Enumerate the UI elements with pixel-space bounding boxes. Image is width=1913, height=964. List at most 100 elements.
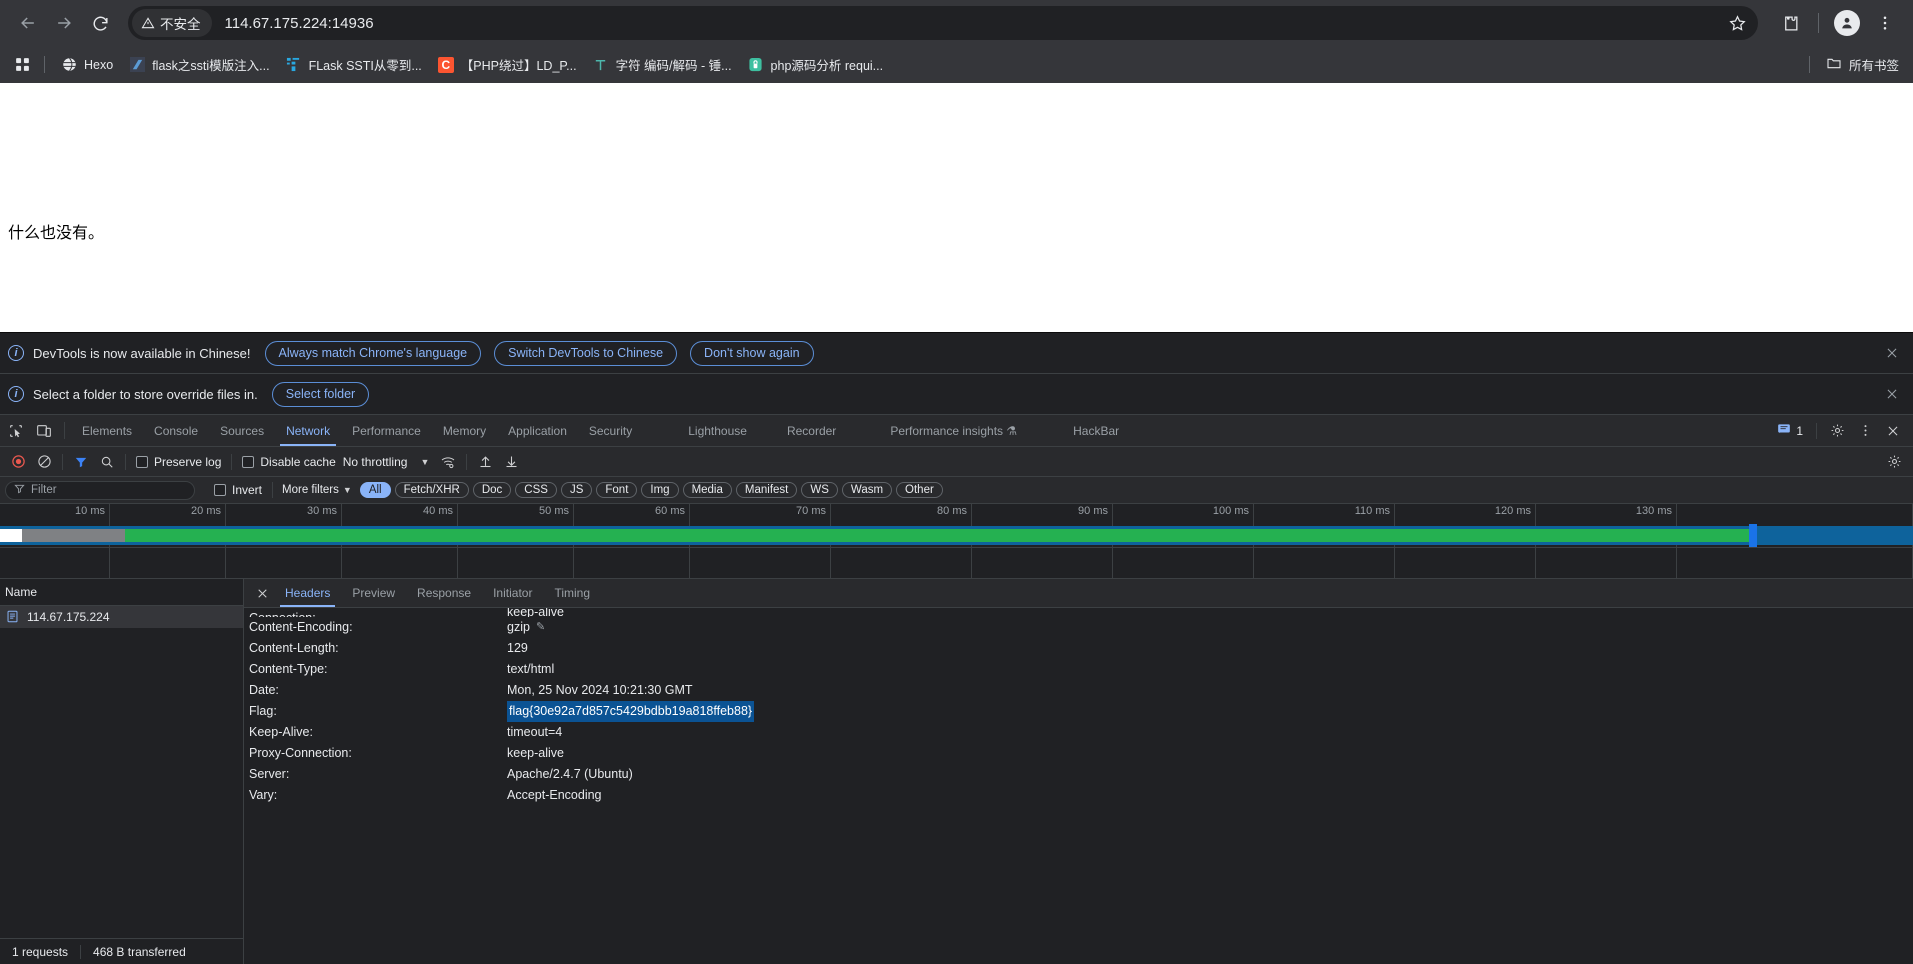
three-dot-menu-icon[interactable] bbox=[1851, 423, 1879, 438]
filter-type-fetch-xhr[interactable]: Fetch/XHR bbox=[394, 482, 469, 498]
detail-tab-timing[interactable]: Timing bbox=[543, 579, 601, 607]
device-toolbar-icon[interactable] bbox=[30, 415, 58, 446]
edit-pencil-icon[interactable]: ✎ bbox=[536, 617, 545, 638]
filter-type-font[interactable]: Font bbox=[596, 482, 638, 498]
header-name: Flag: bbox=[249, 704, 277, 718]
header-value-wrap[interactable]: gzip ✎ bbox=[507, 617, 545, 638]
tab-security[interactable]: Security bbox=[578, 415, 643, 446]
overview-tick-6: 70 ms bbox=[796, 505, 826, 517]
tab-recorder[interactable]: Recorder bbox=[776, 415, 847, 446]
header-value[interactable]: Accept-Encoding bbox=[507, 785, 602, 806]
upload-arrow-icon[interactable] bbox=[472, 450, 498, 474]
message-count-button[interactable]: 1 bbox=[1770, 422, 1810, 439]
download-arrow-icon[interactable] bbox=[498, 450, 524, 474]
detail-tab-preview[interactable]: Preview bbox=[341, 579, 406, 607]
tab-network[interactable]: Network bbox=[275, 415, 341, 446]
bookmark-item-2[interactable]: FLask SSTI从零到... bbox=[278, 52, 430, 78]
detail-tab-response[interactable]: Response bbox=[406, 579, 482, 607]
bookmark-item-3[interactable]: C 【PHP绕过】LD_P... bbox=[430, 52, 585, 78]
tab-performance[interactable]: Performance bbox=[341, 415, 432, 446]
detail-tab-initiator[interactable]: Initiator bbox=[482, 579, 543, 607]
overview-right-handle[interactable] bbox=[1749, 524, 1757, 547]
tab-application[interactable]: Application bbox=[497, 415, 578, 446]
filter-type-js[interactable]: JS bbox=[560, 482, 593, 498]
filter-type-other[interactable]: Other bbox=[896, 482, 943, 498]
header-value[interactable]: keep-alive bbox=[507, 743, 564, 764]
header-value[interactable]: Apache/2.4.7 (Ubuntu) bbox=[507, 764, 633, 785]
dont-show-again-button[interactable]: Don't show again bbox=[690, 340, 814, 366]
filter-type-media[interactable]: Media bbox=[682, 482, 732, 498]
preserve-log-checkbox[interactable]: Preserve log bbox=[131, 455, 226, 469]
close-icon[interactable] bbox=[1881, 383, 1903, 405]
header-value[interactable]: timeout=4 bbox=[507, 722, 562, 743]
all-bookmarks-button[interactable]: 所有书签 bbox=[1818, 55, 1907, 74]
always-match-language-button[interactable]: Always match Chrome's language bbox=[264, 340, 482, 366]
bookmark-item-1[interactable]: flask之ssti模版注入... bbox=[121, 52, 277, 78]
close-icon[interactable] bbox=[250, 579, 274, 607]
warning-triangle-icon bbox=[141, 17, 155, 29]
puzzle-piece-icon[interactable] bbox=[1772, 5, 1808, 41]
filter-input[interactable]: Filter bbox=[5, 480, 195, 500]
table-row[interactable]: 114.67.175.224 bbox=[0, 606, 243, 628]
filter-type-manifest[interactable]: Manifest bbox=[735, 482, 798, 498]
search-icon[interactable] bbox=[94, 450, 120, 474]
header-row-server: Server: Apache/2.4.7 (Ubuntu) bbox=[244, 764, 1913, 785]
tab-lighthouse[interactable]: Lighthouse bbox=[677, 415, 758, 446]
filter-type-doc[interactable]: Doc bbox=[472, 482, 512, 498]
forward-button[interactable] bbox=[46, 5, 82, 41]
header-value[interactable]: text/html bbox=[507, 659, 554, 680]
filter-type-css[interactable]: CSS bbox=[515, 482, 557, 498]
overview-selection-band[interactable] bbox=[0, 526, 1913, 545]
star-icon[interactable] bbox=[1722, 8, 1752, 38]
bookmark-item-0[interactable]: Hexo bbox=[53, 52, 121, 78]
network-overview-timeline[interactable]: 10 ms 20 ms 30 ms 40 ms 50 ms 60 ms 70 m… bbox=[0, 504, 1913, 579]
invert-checkbox[interactable]: Invert bbox=[209, 483, 267, 497]
network-settings-gear-icon[interactable] bbox=[1881, 450, 1907, 474]
filter-type-ws[interactable]: WS bbox=[801, 482, 838, 498]
address-bar[interactable]: 不安全 114.67.175.224:14936 bbox=[128, 6, 1758, 40]
tab-memory[interactable]: Memory bbox=[432, 415, 497, 446]
filter-type-img[interactable]: Img bbox=[641, 482, 679, 498]
page-body-text: 什么也没有。 bbox=[8, 223, 105, 242]
url-text[interactable]: 114.67.175.224:14936 bbox=[212, 15, 1723, 32]
tab-console[interactable]: Console bbox=[143, 415, 209, 446]
record-circle-icon[interactable] bbox=[5, 450, 31, 474]
detail-tab-headers[interactable]: Headers bbox=[274, 579, 341, 607]
wifi-settings-icon[interactable] bbox=[435, 450, 461, 474]
back-button[interactable] bbox=[10, 5, 46, 41]
header-value[interactable]: keep-alive bbox=[507, 608, 564, 617]
bookmark-item-4[interactable]: 字符 编码/解码 - 锤... bbox=[585, 52, 740, 78]
gear-icon[interactable] bbox=[1823, 423, 1851, 438]
header-value-flag[interactable]: flag{30e92a7d857c5429bdbb19a818ffeb88} bbox=[507, 701, 755, 722]
reload-button[interactable] bbox=[82, 5, 118, 41]
inspect-element-icon[interactable] bbox=[2, 415, 30, 446]
close-icon[interactable] bbox=[1881, 342, 1903, 364]
overview-download-segment bbox=[125, 529, 1750, 542]
request-count-label: 1 requests bbox=[12, 944, 69, 959]
switch-devtools-chinese-button[interactable]: Switch DevTools to Chinese bbox=[494, 340, 678, 366]
bookmark-item-5[interactable]: php源码分析 requi... bbox=[740, 52, 892, 78]
tab-sources[interactable]: Sources bbox=[209, 415, 275, 446]
header-value[interactable]: Mon, 25 Nov 2024 10:21:30 GMT bbox=[507, 680, 693, 701]
checkbox-box bbox=[242, 455, 255, 468]
header-value[interactable]: 129 bbox=[507, 638, 528, 659]
disable-cache-checkbox[interactable]: Disable cache bbox=[237, 455, 340, 469]
three-dot-menu-icon[interactable] bbox=[1867, 5, 1903, 41]
security-status-chip[interactable]: 不安全 bbox=[132, 9, 212, 37]
filter-funnel-icon[interactable] bbox=[68, 450, 94, 474]
close-icon[interactable] bbox=[1879, 424, 1907, 438]
filter-type-all[interactable]: All bbox=[359, 482, 391, 498]
actions-divider bbox=[1816, 422, 1817, 439]
more-filters-dropdown[interactable]: More filters ▼ bbox=[278, 484, 360, 496]
infobar-language-text: DevTools is now available in Chinese! bbox=[33, 345, 251, 361]
tab-hackbar[interactable]: HackBar bbox=[1062, 415, 1130, 446]
throttling-dropdown[interactable]: No throttling ▼ bbox=[341, 455, 436, 469]
request-list-header[interactable]: Name bbox=[0, 579, 243, 606]
select-folder-button[interactable]: Select folder bbox=[271, 381, 370, 407]
tab-elements[interactable]: Elements bbox=[71, 415, 143, 446]
clear-no-entry-icon[interactable] bbox=[31, 450, 57, 474]
filter-type-wasm[interactable]: Wasm bbox=[841, 482, 893, 498]
tab-performance-insights[interactable]: Performance insights ⚗ bbox=[879, 415, 1028, 446]
apps-grid-icon[interactable] bbox=[8, 51, 36, 79]
profile-avatar-icon[interactable] bbox=[1829, 5, 1865, 41]
